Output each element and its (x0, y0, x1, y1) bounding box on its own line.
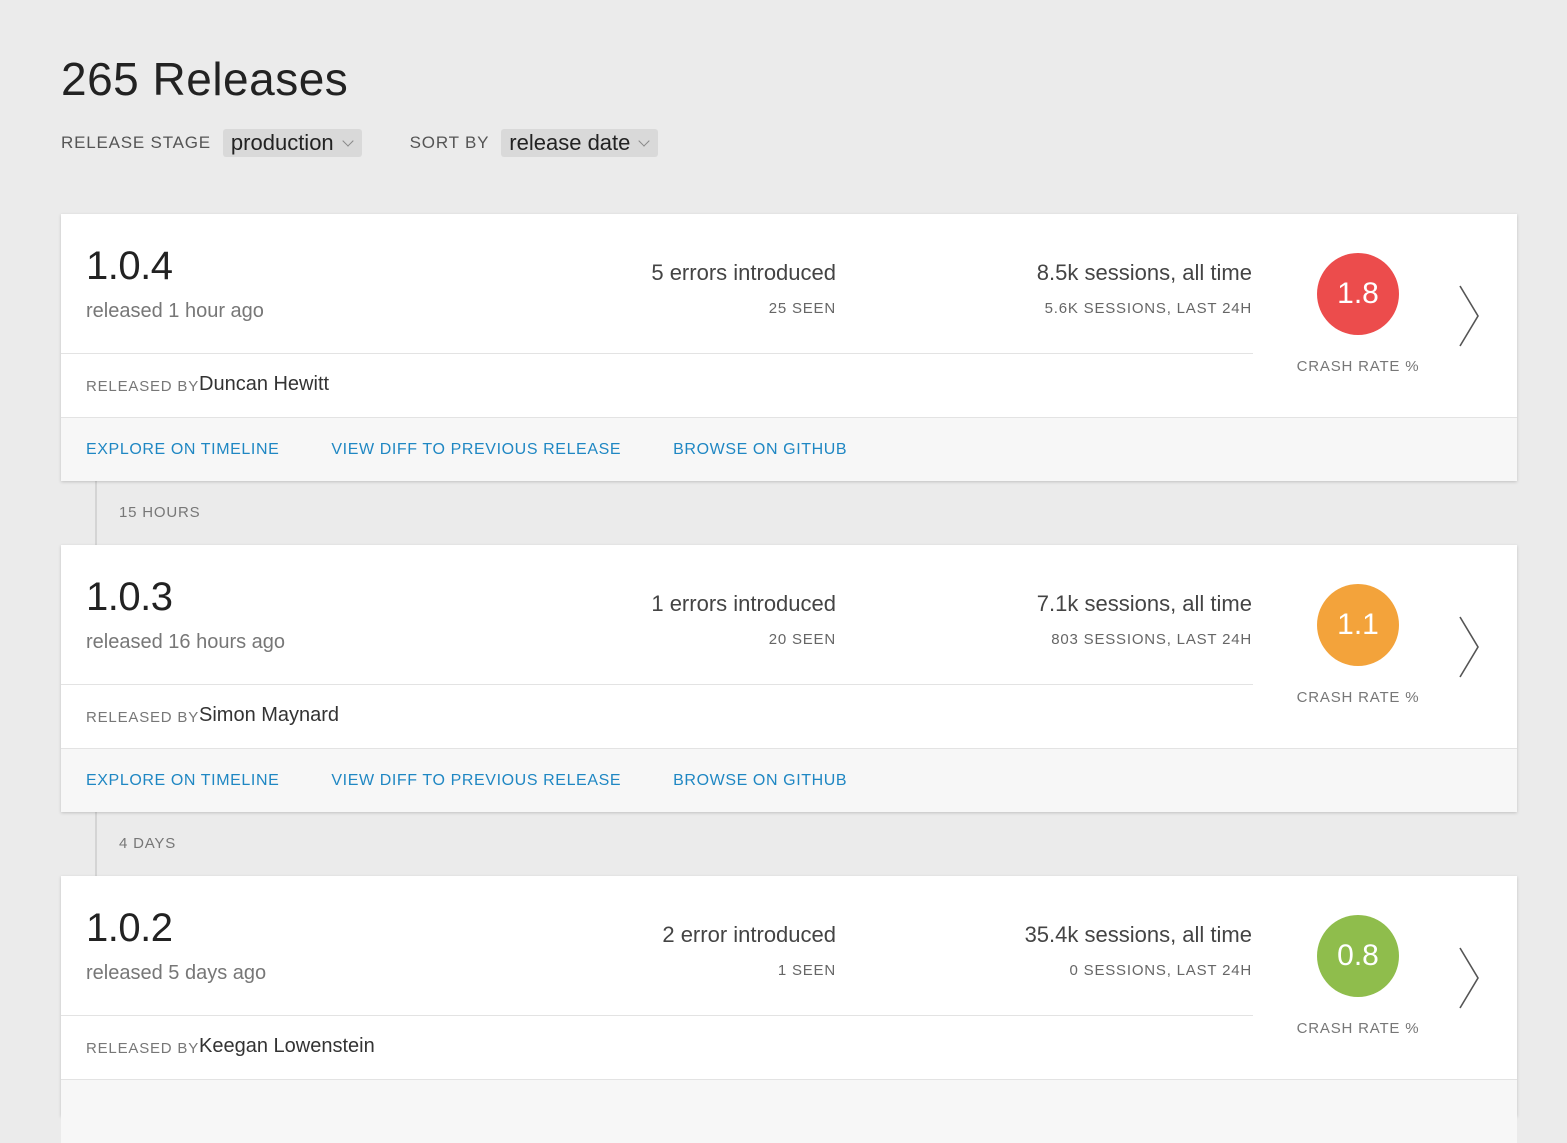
release-version[interactable]: 1.0.3 (86, 575, 173, 620)
chevron-right-icon[interactable] (1457, 946, 1481, 1010)
sort-by-select[interactable]: release date (501, 129, 659, 157)
explore-on-timeline-link[interactable]: EXPLORE ON TIMELINE (86, 772, 279, 790)
release-version[interactable]: 1.0.2 (86, 906, 173, 951)
view-diff-link[interactable]: VIEW DIFF TO PREVIOUS RELEASE (331, 441, 621, 459)
chevron-right-icon[interactable] (1457, 284, 1481, 348)
card-actions (61, 1080, 1517, 1143)
sessions-last-24h: 803 SESSIONS, LAST 24H (1051, 631, 1252, 648)
sessions-last-24h: 0 SESSIONS, LAST 24H (1069, 962, 1252, 979)
released-by-label: RELEASED BY (86, 709, 200, 726)
errors-introduced: 5 errors introduced (651, 260, 836, 285)
released-by-name: Keegan Lowenstein (199, 1035, 375, 1057)
chevron-down-icon (342, 134, 354, 147)
errors-seen: 1 SEEN (777, 962, 836, 979)
chevron-down-icon (638, 134, 651, 147)
card-actions: EXPLORE ON TIMELINE VIEW DIFF TO PREVIOU… (61, 418, 1517, 481)
sessions-all-time: 35.4k sessions, all time (1024, 922, 1252, 947)
time-gap-label: 4 DAYS (119, 835, 177, 852)
browse-on-github-link[interactable]: BROWSE ON GITHUB (673, 772, 847, 790)
sort-by-value: release date (509, 130, 631, 155)
crash-rate-badge: 0.8 (1317, 915, 1399, 997)
explore-on-timeline-link[interactable]: EXPLORE ON TIMELINE (86, 441, 279, 459)
release-stage-select[interactable]: production (222, 129, 362, 157)
release-stage-value: production (230, 130, 334, 155)
sessions-all-time: 7.1k sessions, all time (1036, 591, 1252, 616)
page-title: 265 Releases (61, 53, 349, 105)
chevron-right-icon[interactable] (1457, 615, 1481, 679)
released-by-label: RELEASED BY (86, 1040, 200, 1057)
errors-seen: 25 SEEN (768, 300, 836, 317)
errors-seen: 20 SEEN (768, 631, 836, 648)
errors-introduced: 2 error introduced (662, 922, 836, 947)
release-card: 1.0.4 released 1 hour ago 5 errors intro… (61, 214, 1517, 481)
errors-introduced: 1 errors introduced (651, 591, 836, 616)
browse-on-github-link[interactable]: BROWSE ON GITHUB (673, 441, 847, 459)
view-diff-link[interactable]: VIEW DIFF TO PREVIOUS RELEASE (331, 772, 621, 790)
released-by-label: RELEASED BY (86, 378, 200, 395)
released-by-name: Duncan Hewitt (199, 373, 330, 395)
release-card: 1.0.2 released 5 days ago 2 error introd… (61, 876, 1517, 1143)
release-time: released 5 days ago (86, 962, 267, 984)
release-card: 1.0.3 released 16 hours ago 1 errors int… (61, 545, 1517, 812)
sort-by-label: SORT BY (409, 133, 490, 152)
card-actions: EXPLORE ON TIMELINE VIEW DIFF TO PREVIOU… (61, 749, 1517, 812)
release-version[interactable]: 1.0.4 (86, 244, 173, 289)
sessions-last-24h: 5.6K SESSIONS, LAST 24H (1044, 300, 1252, 317)
release-time: released 16 hours ago (86, 631, 286, 653)
filter-bar: RELEASE STAGE production SORT BY release… (61, 128, 659, 158)
release-time: released 1 hour ago (86, 300, 264, 322)
time-gap-label: 15 HOURS (119, 504, 201, 521)
crash-rate-badge: 1.1 (1317, 584, 1399, 666)
crash-rate-badge: 1.8 (1317, 253, 1399, 335)
sessions-all-time: 8.5k sessions, all time (1036, 260, 1252, 285)
release-stage-label: RELEASE STAGE (61, 133, 211, 152)
released-by-name: Simon Maynard (199, 704, 340, 726)
